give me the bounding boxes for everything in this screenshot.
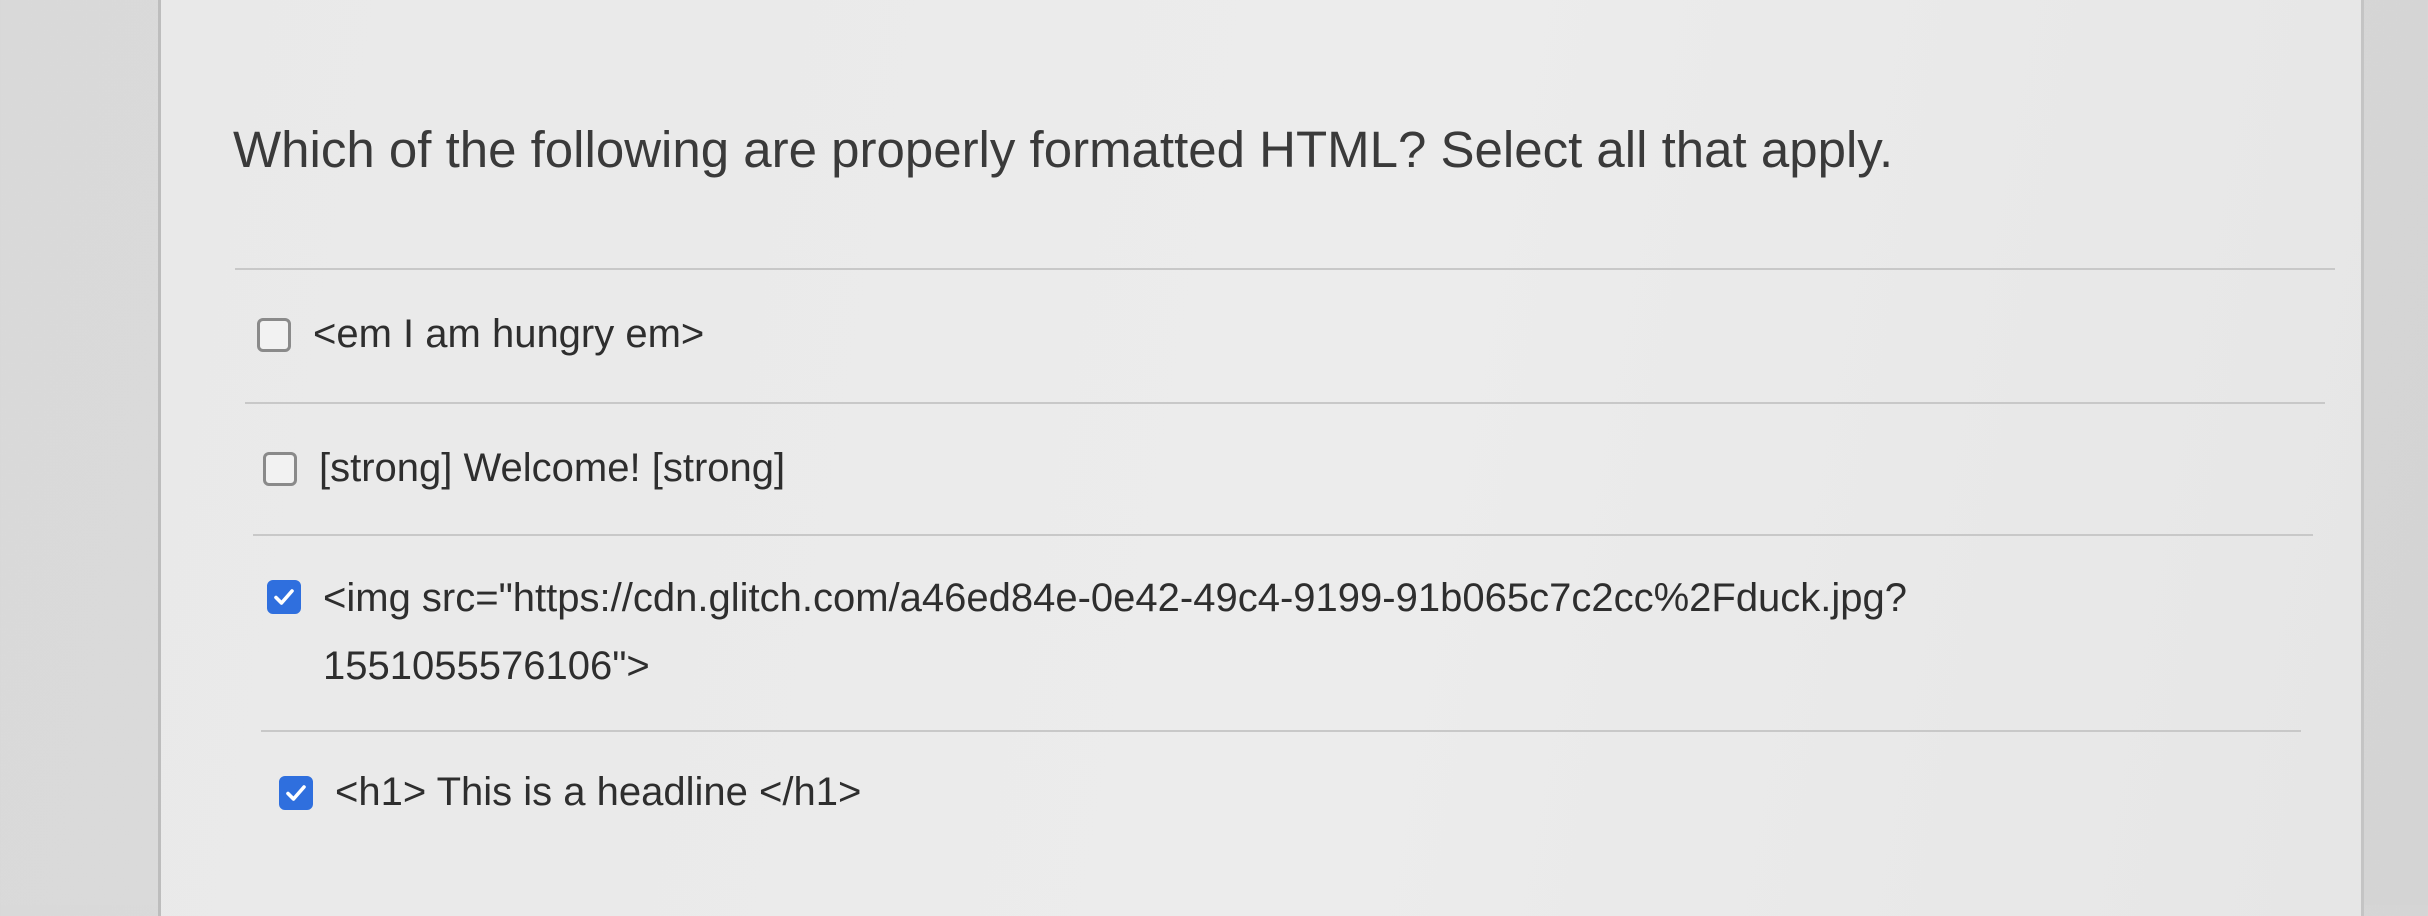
checkbox-option-1[interactable]: [257, 318, 291, 352]
divider: [261, 730, 2301, 732]
option-4-label: <h1> This is a headline </h1>: [335, 770, 862, 814]
divider: [253, 534, 2313, 536]
checkbox-option-3[interactable]: [267, 580, 301, 614]
question-text: Which of the following are properly form…: [233, 121, 1894, 178]
option-1[interactable]: <em I am hungry em>: [257, 312, 704, 366]
option-1-label: <em I am hungry em>: [313, 312, 705, 356]
option-3-label-line-1: <img src="https://cdn.glitch.com/a46ed84…: [323, 576, 1908, 620]
divider: [245, 402, 2325, 404]
divider: [235, 268, 2335, 270]
option-3-label-line-2: 1551055576106">: [323, 644, 650, 688]
option-3[interactable]: <img src="https://cdn.glitch.com/a46ed84…: [267, 576, 1907, 700]
checkmark-icon: [286, 785, 306, 801]
checkbox-option-2[interactable]: [263, 452, 297, 486]
checkbox-option-4[interactable]: [279, 776, 313, 810]
option-4[interactable]: <h1> This is a headline </h1>: [279, 770, 861, 824]
question-card: Which of the following are properly form…: [158, 0, 2364, 916]
option-2-label: [strong] Welcome! [strong]: [319, 446, 786, 490]
option-3-label: <img src="https://cdn.glitch.com/a46ed84…: [323, 564, 1907, 700]
option-2[interactable]: [strong] Welcome! [strong]: [263, 446, 785, 500]
checkmark-icon: [274, 589, 294, 605]
